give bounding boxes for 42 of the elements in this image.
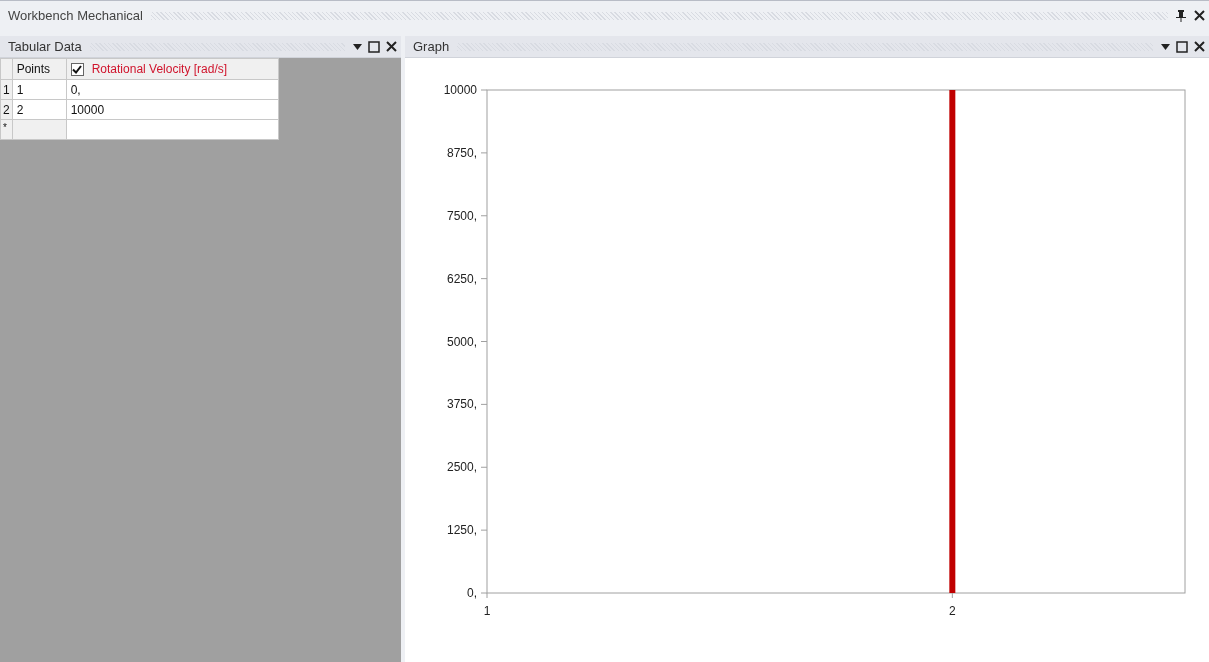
- axis-label: 1: [483, 604, 491, 618]
- tick-mark: [480, 278, 488, 280]
- axis-label: 1250,: [446, 523, 477, 538]
- new-row-marker: *: [0, 119, 13, 140]
- panel-title: Tabular Data: [8, 37, 82, 56]
- close-icon[interactable]: [1194, 10, 1205, 21]
- tick-mark: [480, 341, 488, 342]
- dropdown-icon[interactable]: [353, 43, 362, 50]
- tick-mark: [480, 89, 488, 91]
- table-cell: 0,: [66, 79, 279, 100]
- tick-mark: [480, 529, 488, 531]
- dropdown-icon[interactable]: [1161, 43, 1170, 50]
- window-title: Workbench Mechanical: [8, 6, 143, 25]
- tick-mark: [480, 466, 488, 468]
- maximize-icon[interactable]: [368, 40, 380, 53]
- tick-mark: [480, 215, 488, 217]
- close-icon[interactable]: [1194, 41, 1205, 52]
- axis-label: 3750,: [446, 397, 477, 412]
- axis-label: 2500,: [446, 460, 477, 475]
- table-cell: 2: [12, 99, 67, 120]
- tick-mark: [951, 592, 953, 599]
- column-header: Points: [12, 58, 67, 80]
- close-icon[interactable]: [386, 41, 397, 52]
- table-cell: 1: [12, 79, 67, 100]
- axis-label: 10000: [443, 83, 477, 97]
- check-icon: [72, 64, 83, 74]
- row-number: 2: [0, 99, 13, 120]
- table-cell: 10000: [66, 99, 279, 120]
- tick-mark: [480, 152, 488, 154]
- panel-title: Graph: [413, 37, 450, 56]
- axis-label: 0,: [467, 586, 477, 600]
- axis-label: 2: [949, 604, 956, 618]
- axis-label: 7500,: [446, 208, 477, 223]
- column-header: Rotational Velocity [rad/s]: [91, 61, 228, 78]
- row-number: 1: [0, 79, 13, 100]
- axis-label: 8750,: [446, 145, 477, 160]
- checkbox[interactable]: [70, 62, 84, 76]
- pin-icon[interactable]: [1176, 9, 1186, 22]
- maximize-icon[interactable]: [1176, 40, 1188, 53]
- axis-label: 6250,: [446, 271, 477, 286]
- axis-label: 5000,: [446, 334, 477, 349]
- tick-mark: [480, 403, 488, 405]
